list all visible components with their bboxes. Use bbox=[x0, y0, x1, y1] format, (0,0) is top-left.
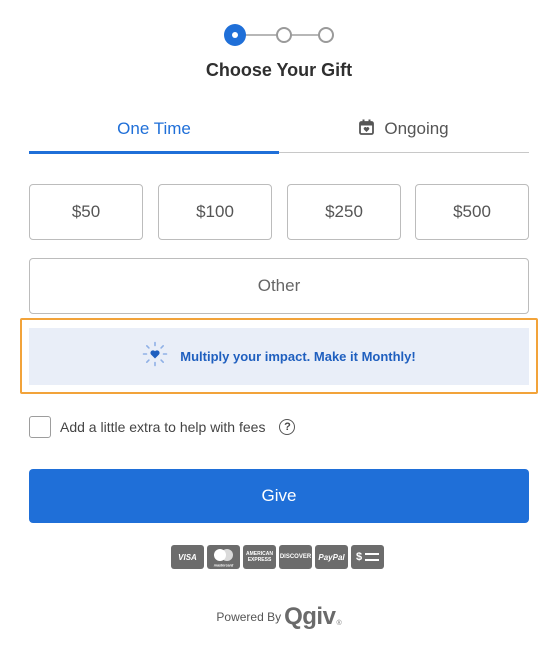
tab-one-time-label: One Time bbox=[117, 119, 191, 138]
mastercard-icon: mastercard bbox=[207, 545, 240, 569]
cash-label: $ bbox=[355, 551, 363, 563]
amount-button-50[interactable]: $50 bbox=[29, 184, 143, 240]
paypal-icon: PayPal bbox=[315, 545, 348, 569]
powered-by-footer: Powered By Qgiv ® bbox=[0, 605, 558, 629]
step-indicator bbox=[0, 24, 558, 46]
make-monthly-banner[interactable]: Multiply your impact. Make it Monthly! bbox=[29, 328, 529, 385]
fees-label: Add a little extra to help with fees bbox=[60, 419, 266, 435]
tab-ongoing-label: Ongoing bbox=[384, 119, 449, 138]
step-connector bbox=[289, 34, 319, 36]
active-tab-indicator bbox=[29, 151, 279, 154]
tab-ongoing[interactable]: Ongoing bbox=[279, 104, 529, 154]
step-1-active bbox=[224, 24, 246, 46]
amex-icon: AMERICAN EXPRESS bbox=[243, 545, 276, 569]
help-icon[interactable]: ? bbox=[279, 419, 296, 435]
other-amount-button[interactable]: Other bbox=[29, 258, 529, 314]
tab-one-time[interactable]: One Time bbox=[29, 104, 279, 154]
amount-button-250[interactable]: $250 bbox=[287, 184, 401, 240]
step-2 bbox=[276, 27, 292, 43]
frequency-tabs: One Time Ongoing bbox=[29, 104, 529, 154]
calendar-icon bbox=[359, 119, 375, 140]
payment-methods: VISA mastercard AMERICAN EXPRESS DISCOVE… bbox=[171, 545, 384, 569]
discover-icon: DISCOVER bbox=[279, 545, 312, 569]
amount-button-500[interactable]: $500 bbox=[415, 184, 529, 240]
give-button[interactable]: Give bbox=[29, 469, 529, 523]
step-connector bbox=[245, 34, 277, 36]
amount-button-100[interactable]: $100 bbox=[158, 184, 272, 240]
mastercard-label: mastercard bbox=[214, 564, 234, 568]
qgiv-logo[interactable]: Qgiv bbox=[284, 605, 336, 629]
fees-checkbox[interactable] bbox=[29, 416, 51, 438]
make-monthly-text: Multiply your impact. Make it Monthly! bbox=[180, 349, 416, 364]
fees-option: Add a little extra to help with fees ? bbox=[29, 416, 296, 438]
registered-mark: ® bbox=[336, 619, 342, 627]
visa-icon: VISA bbox=[171, 545, 204, 569]
powered-by-label: Powered By bbox=[216, 610, 282, 624]
page-title: Choose Your Gift bbox=[205, 60, 353, 80]
step-3 bbox=[318, 27, 334, 43]
cash-icon: $ bbox=[351, 545, 384, 569]
sparkle-heart-icon bbox=[142, 341, 168, 372]
